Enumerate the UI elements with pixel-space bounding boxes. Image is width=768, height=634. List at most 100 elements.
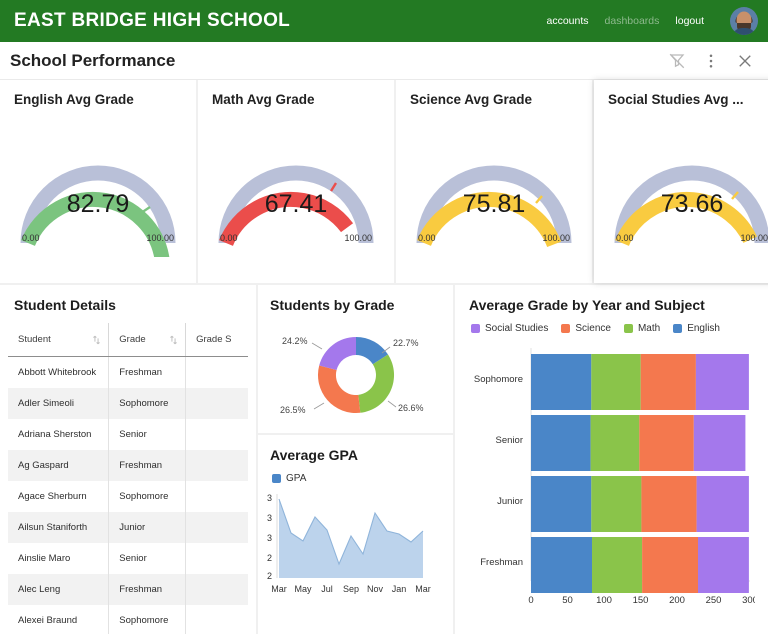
gpa-plot-wrap: 3 3 3 2 2 Mar May Jul Sep Nov Jan Mar xyxy=(258,488,453,603)
cell-student: Ailsun Staniforth xyxy=(8,512,110,543)
sort-icon[interactable] xyxy=(169,334,178,345)
bar-group-sophomore[interactable] xyxy=(531,354,749,410)
donut-label-science: 26.5% xyxy=(280,405,306,415)
nav-link-accounts[interactable]: accounts xyxy=(546,15,588,27)
legend-item-gpa[interactable]: GPA xyxy=(272,473,306,484)
table-row[interactable]: Ailsun Staniforth Junior xyxy=(8,512,248,543)
legend-label-gpa: GPA xyxy=(286,473,307,484)
gauge-title-english: English Avg Grade xyxy=(14,92,134,107)
legend-swatch-social-studies xyxy=(471,324,480,333)
gauge-card-row: English Avg Grade 82.79 0.00 100.00 Math… xyxy=(0,80,768,283)
gauge-max-english: 100.00 xyxy=(146,233,174,243)
gauge-min-math: 0.00 xyxy=(220,233,238,243)
bar-xtick-2: 100 xyxy=(596,595,612,606)
bar-segment-social-studies xyxy=(693,415,746,471)
gauge-title-math: Math Avg Grade xyxy=(212,92,315,107)
student-details-table: Student Grade Grade S Abbott Whitebrook … xyxy=(8,323,248,634)
bar-xtick-0: 0 xyxy=(528,595,533,606)
cell-grade-s xyxy=(186,419,248,450)
bar-category-senior: Senior xyxy=(496,435,523,446)
donut-slice-social-studies xyxy=(318,337,356,370)
avatar[interactable] xyxy=(730,7,758,35)
bar-segment-english xyxy=(531,476,592,532)
nav-link-dashboards[interactable]: dashboards xyxy=(605,15,660,27)
bar-xtick-6: 300 xyxy=(742,595,755,606)
gauge-english: 82.79 0.00 100.00 xyxy=(14,107,182,257)
filter-off-icon[interactable] xyxy=(668,52,686,70)
table-row[interactable]: Alexei Braund Sophomore xyxy=(8,605,248,634)
table-row[interactable]: Abbott Whitebrook Freshman xyxy=(8,356,248,388)
table-row[interactable]: Adler Simeoli Sophomore xyxy=(8,388,248,419)
gauge-science: 75.81 0.00 100.00 xyxy=(410,107,578,257)
gpa-ytick-2: 3 xyxy=(267,533,272,543)
gauge-value-math: 67.41 xyxy=(264,190,328,218)
bar-xtick-5: 250 xyxy=(706,595,722,606)
legend-swatch-math xyxy=(623,324,633,333)
gauge-card-science[interactable]: Science Avg Grade 75.81 0.00 100.00 xyxy=(396,80,592,283)
gauge-value-science: 75.81 xyxy=(462,190,526,218)
bar-group-freshman[interactable] xyxy=(531,537,749,593)
dashboard-content: English Avg Grade 82.79 0.00 100.00 Math… xyxy=(0,80,768,634)
legend-item-english[interactable]: English xyxy=(673,323,720,334)
gpa-xtick-2: Jul xyxy=(321,584,333,594)
gpa-ytick-0: 3 xyxy=(267,493,272,503)
column-label-grade-s: Grade S xyxy=(196,334,232,345)
gauge-max-math: 100.00 xyxy=(344,233,372,243)
donut-slice-science xyxy=(317,365,360,414)
cell-grade-s xyxy=(186,388,248,419)
bar-segment-math xyxy=(590,415,640,471)
cell-grade: Senior xyxy=(108,419,187,450)
nav-link-logout[interactable]: logout xyxy=(675,15,704,27)
gpa-xtick-4: Nov xyxy=(367,584,384,594)
donut-leader-line xyxy=(311,342,322,350)
students-by-grade-title: Students by Grade xyxy=(270,297,395,313)
legend-item-math[interactable]: Math xyxy=(623,323,661,334)
cell-grade: Sophomore xyxy=(108,388,187,419)
table-row[interactable]: Adriana Sherston Senior xyxy=(8,419,248,450)
average-gpa-title: Average GPA xyxy=(270,447,358,463)
more-vertical-icon[interactable] xyxy=(702,52,720,70)
donut-chart-wrap: 22.7% 26.6% 26.5% 24.2% xyxy=(258,323,453,431)
bar-group-senior[interactable] xyxy=(531,415,746,471)
gauge-card-english[interactable]: English Avg Grade 82.79 0.00 100.00 xyxy=(0,80,196,283)
bar-group-junior[interactable] xyxy=(531,476,749,532)
gauge-title-social-studies: Social Studies Avg ... xyxy=(608,92,744,107)
table-header-row: Student Grade Grade S xyxy=(8,323,248,357)
gpa-ytick-3: 2 xyxy=(267,553,272,563)
cell-student: Alec Leng xyxy=(8,574,110,605)
top-nav-links: accounts dashboards logout xyxy=(546,7,758,35)
bar-segment-math xyxy=(591,354,641,410)
column-header-grade-s[interactable]: Grade S xyxy=(185,323,248,357)
title-bar-actions xyxy=(668,52,754,70)
legend-item-social-studies[interactable]: Social Studies xyxy=(471,323,548,334)
gauge-card-math[interactable]: Math Avg Grade 67.41 0.00 100.00 xyxy=(198,80,394,283)
column-header-grade[interactable]: Grade xyxy=(108,323,187,357)
gauge-card-social-studies[interactable]: Social Studies Avg ... 73.66 0.00 100.00 xyxy=(594,80,768,283)
cell-grade-s xyxy=(186,605,248,634)
legend-item-science[interactable]: Science xyxy=(561,323,611,334)
gauge-title-science: Science Avg Grade xyxy=(410,92,533,107)
close-icon[interactable] xyxy=(736,52,754,70)
legend-label-science: Science xyxy=(575,323,611,334)
legend-label-math: Math xyxy=(637,323,661,334)
column-header-student[interactable]: Student xyxy=(8,323,110,357)
bar-segment-math xyxy=(591,476,642,532)
table-row[interactable]: Alec Leng Freshman xyxy=(8,574,248,605)
bar-segment-english xyxy=(531,415,591,471)
table-row[interactable]: Ainslie Maro Senior xyxy=(8,543,248,574)
gpa-legend: GPA xyxy=(258,473,453,488)
cell-grade: Freshman xyxy=(108,450,187,481)
sort-icon[interactable] xyxy=(92,334,101,345)
stacked-bar-xaxis: 0 50 100 150 200 250 300 xyxy=(528,595,755,606)
donut-leader-line xyxy=(313,402,324,410)
dashboard-app: EAST BRIDGE HIGH SCHOOL accounts dashboa… xyxy=(0,0,768,634)
table-row[interactable]: Agace Sherburn Sophomore xyxy=(8,481,248,512)
student-table-scroll[interactable]: Student Grade Grade S Abbott Whitebrook … xyxy=(8,323,248,634)
gauge-min-science: 0.00 xyxy=(418,233,436,243)
gpa-xtick-6: Mar xyxy=(415,584,431,594)
gauge-min-social-studies: 0.00 xyxy=(616,233,634,243)
cell-grade: Sophomore xyxy=(108,481,187,512)
column-label-grade: Grade xyxy=(119,334,146,345)
gpa-xtick-0: Mar xyxy=(271,584,287,594)
table-row[interactable]: Ag Gaspard Freshman xyxy=(8,450,248,481)
